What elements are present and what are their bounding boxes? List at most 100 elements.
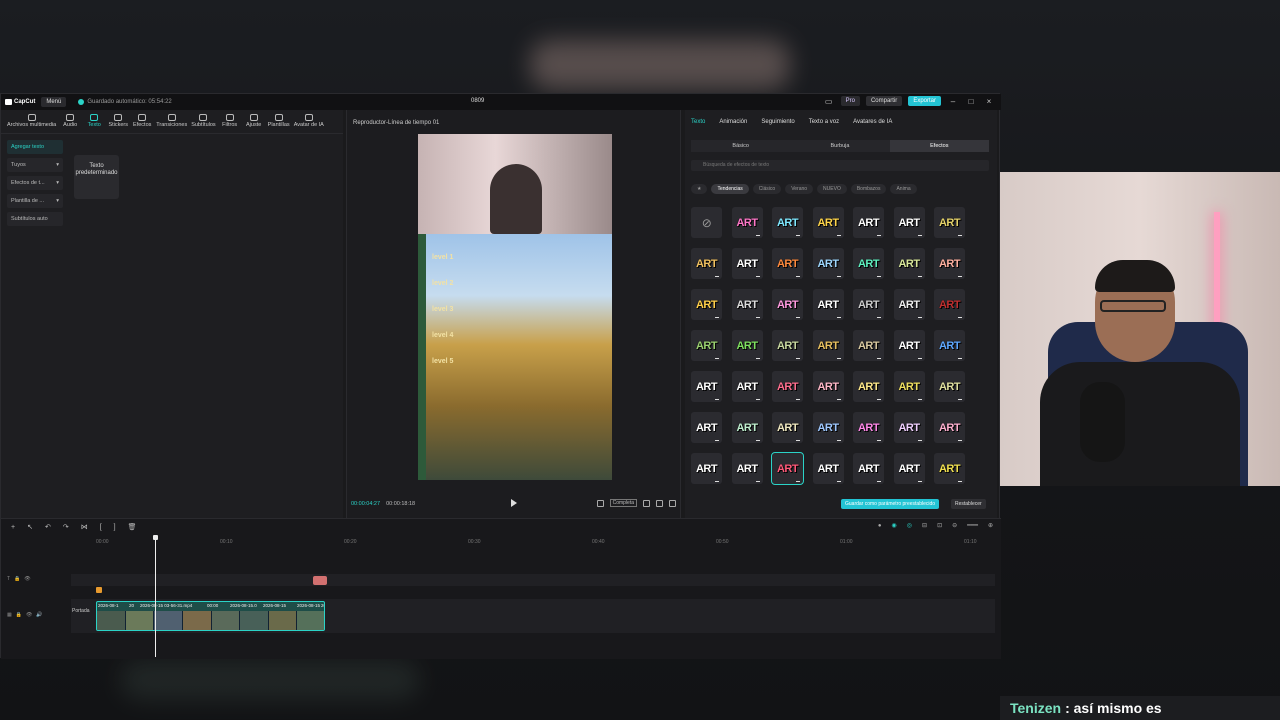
default-text-card[interactable]: Texto predeterminado [74, 155, 119, 199]
lock-icon[interactable]: 🔒 [14, 576, 20, 582]
text-effect-tile[interactable]: ART [893, 289, 925, 320]
play-icon[interactable] [511, 499, 517, 507]
chip-summer[interactable]: Verano [785, 184, 814, 194]
text-effect-tile[interactable]: ART [893, 412, 925, 443]
chip-hits[interactable]: Bombazos [850, 184, 887, 194]
text-effect-tile[interactable]: ART [812, 207, 844, 238]
text-effect-tile[interactable]: ART [731, 248, 763, 279]
text-effect-tile[interactable]: ART [812, 412, 844, 443]
subtab-bubble[interactable]: Burbuja [790, 140, 889, 152]
link-icon[interactable]: ◎ [907, 522, 912, 529]
eye-icon[interactable]: 👁 [24, 576, 30, 582]
cover-button[interactable]: Portada [72, 608, 90, 614]
toolbar-stickers[interactable]: Stickers [106, 114, 130, 133]
side-item-text-effects[interactable]: Efectos de t... ▾ [7, 176, 63, 190]
side-item-yours[interactable]: Tuyos ▾ [7, 158, 63, 172]
toolbar-ai-avatar[interactable]: Avatar de IA [292, 114, 326, 133]
split-icon[interactable]: ⋈ [81, 523, 88, 531]
text-effect-tile[interactable]: ART [772, 248, 803, 279]
minimize-icon[interactable]: – [947, 97, 959, 106]
chip-trends[interactable]: Tendencias [711, 184, 749, 194]
add-icon[interactable]: + [11, 524, 15, 531]
toolbar-captions[interactable]: Subtítulos [189, 114, 217, 133]
text-effect-tile[interactable]: ART [893, 207, 925, 238]
preview-axis-icon[interactable]: ⊟ [922, 522, 927, 529]
pro-button[interactable]: Pro [840, 96, 860, 106]
text-effect-tile[interactable]: ART [934, 248, 965, 279]
text-clip[interactable] [313, 576, 327, 585]
playhead[interactable] [155, 537, 156, 657]
text-effect-tile[interactable]: ART [934, 453, 965, 484]
trim-left-icon[interactable]: [ [100, 524, 102, 531]
text-effect-tile[interactable]: ART [772, 207, 803, 238]
tab-text-to-speech[interactable]: Texto a voz [809, 119, 839, 125]
chip-new[interactable]: NUEVO [817, 184, 847, 194]
video-clip[interactable]: 2026-08-1 20 2026-08-15 03-56-31.mp4 00:00 2… [96, 601, 325, 631]
text-effect-tile[interactable]: ART [812, 453, 844, 484]
delete-icon[interactable]: 🗑 [128, 523, 137, 531]
text-effect-tile[interactable]: ART [731, 453, 763, 484]
audio-icon[interactable]: 🔊 [36, 612, 42, 618]
tab-ai-avatars[interactable]: Avatares de IA [853, 119, 892, 125]
text-effect-tile[interactable]: ART [771, 452, 804, 485]
text-effect-tile[interactable]: ART [731, 289, 763, 320]
eye-icon[interactable]: 👁 [26, 612, 32, 618]
text-effect-tile[interactable]: ART [812, 289, 844, 320]
toolbar-filters[interactable]: Filtros [218, 114, 242, 133]
text-effect-tile[interactable]: ART [691, 371, 722, 402]
lock-icon[interactable]: 🔒 [16, 612, 22, 618]
toolbar-templates[interactable]: Plantillas [266, 114, 292, 133]
text-effect-tile[interactable]: ART [893, 371, 925, 402]
text-effect-tile[interactable]: ART [934, 330, 965, 361]
export-button[interactable]: Exportar [908, 96, 941, 106]
ratio-button[interactable]: Completa [609, 499, 637, 507]
text-effect-tile[interactable]: ART [772, 289, 803, 320]
text-effect-tile[interactable]: ART [691, 289, 722, 320]
chip-favorites[interactable]: ★ [691, 184, 708, 194]
text-effect-tile[interactable]: ART [731, 412, 763, 443]
quality-icon[interactable] [656, 499, 663, 507]
tab-animation[interactable]: Animación [719, 119, 747, 125]
side-item-auto-captions[interactable]: Subtítulos auto [7, 212, 63, 226]
text-effect-tile[interactable]: ART [812, 371, 844, 402]
toolbar-media[interactable]: Archivos multimedia [5, 114, 58, 133]
undo-icon[interactable]: ↶ [45, 523, 51, 531]
zoom-out-icon[interactable]: ⊖ [952, 522, 957, 529]
share-button[interactable]: Compartir [865, 96, 903, 106]
text-effect-tile[interactable]: ART [853, 289, 884, 320]
text-effect-tile[interactable]: ART [934, 207, 965, 238]
text-effect-tile[interactable]: ART [812, 330, 844, 361]
subtab-basic[interactable]: Básico [691, 140, 790, 152]
text-effect-tile[interactable]: ART [853, 248, 884, 279]
marker[interactable] [96, 587, 102, 593]
tab-tracking[interactable]: Seguimiento [761, 119, 794, 125]
text-effect-tile[interactable]: ART [893, 330, 925, 361]
text-effect-tile[interactable]: ART [934, 289, 965, 320]
select-icon[interactable]: ↖ [27, 523, 33, 531]
side-item-templates[interactable]: Plantilla de ... ▾ [7, 194, 63, 208]
none-effect-tile[interactable]: ⊘ [691, 207, 722, 238]
text-effect-tile[interactable]: ART [853, 453, 884, 484]
text-effect-tile[interactable]: ART [934, 371, 965, 402]
reset-button[interactable]: Restablecer [951, 499, 986, 509]
maximize-icon[interactable]: □ [965, 97, 977, 106]
magnet-icon[interactable]: ◉ [892, 522, 897, 529]
toolbar-text[interactable]: Texto [82, 114, 106, 133]
zoom-in-icon[interactable]: ⊕ [988, 522, 993, 529]
menu-button[interactable]: Menú [41, 97, 67, 107]
text-effect-tile[interactable]: ART [731, 207, 763, 238]
text-effect-tile[interactable]: ART [893, 453, 925, 484]
text-effect-tile[interactable]: ART [691, 412, 722, 443]
screenshot-icon[interactable] [643, 499, 650, 507]
text-effect-tile[interactable]: ART [853, 330, 884, 361]
crop-icon[interactable] [596, 499, 604, 507]
layout-icon[interactable]: ▭ [823, 97, 835, 106]
video-preview[interactable]: level 1 level 2 level 3 level 4 level 5 [418, 134, 612, 480]
text-effect-tile[interactable]: ART [772, 412, 803, 443]
chip-animated[interactable]: Anima [890, 184, 917, 194]
side-item-add-text[interactable]: Agregar texto [7, 140, 63, 154]
zoom-fit-icon[interactable]: ⊡ [937, 522, 942, 529]
text-effect-tile[interactable]: ART [772, 371, 803, 402]
zoom-slider[interactable]: ━━━ [967, 522, 978, 529]
text-effect-tile[interactable]: ART [853, 207, 884, 238]
